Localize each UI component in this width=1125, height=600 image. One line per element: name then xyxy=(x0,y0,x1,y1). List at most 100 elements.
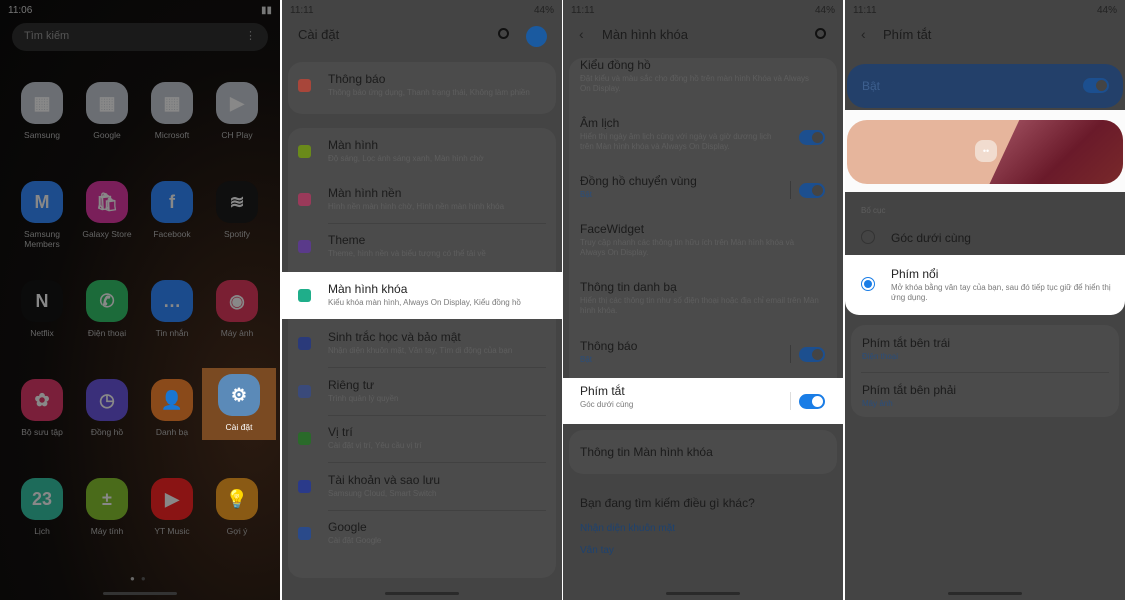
lock-item-facewidget[interactable]: FaceWidget Truy cập nhanh các thông tin h… xyxy=(563,216,843,270)
app-facebook[interactable]: f Facebook xyxy=(141,181,203,239)
tai-khoan-va-sao-luu-icon xyxy=(298,480,311,493)
app-ch-play[interactable]: ▶ CH Play xyxy=(206,82,268,140)
lock-item-phim-tat[interactable]: Phím tắt Góc dưới cùng xyxy=(563,378,843,424)
page-title: Phím tắt xyxy=(883,27,932,42)
item-subtitle: Samsung Cloud, Smart Switch xyxy=(328,489,437,498)
settings-item-theme[interactable]: Theme Theme, hình nền và biểu tượng có th… xyxy=(282,223,562,270)
settings-screen: 11:11 44% Cài đặt Thông báo Thông báo ứng … xyxy=(282,0,562,600)
lock-item-am-lich[interactable]: Âm lịch Hiển thị ngày âm lịch cùng với ng… xyxy=(563,110,843,164)
app-icon: 👤 xyxy=(151,379,193,421)
app-galaxy-store[interactable]: 🛍 Galaxy Store xyxy=(76,181,138,239)
app-label: Netflix xyxy=(30,328,54,338)
item-subtitle: Bật xyxy=(580,190,593,199)
account-icon[interactable] xyxy=(526,26,547,47)
sinh-trac-hoc-va-bao-mat-icon xyxy=(298,337,311,350)
separator xyxy=(790,392,791,410)
app-spotify[interactable]: ≋ Spotify xyxy=(206,181,268,239)
app-label: Samsung xyxy=(24,130,60,140)
search-icon[interactable] xyxy=(498,28,509,39)
app-icon: ▶ xyxy=(151,478,193,520)
lock-item-thong-bao[interactable]: Thông báo Bật xyxy=(563,333,843,375)
app-icon: 23 xyxy=(21,478,63,520)
item-subtitle: Thông báo ứng dụng, Thanh trạng thái, Kh… xyxy=(328,88,530,97)
battery-level: 44% xyxy=(814,5,835,16)
app-danh-ba[interactable]: 👤 Danh bạ xyxy=(141,379,203,437)
divider xyxy=(861,372,1109,373)
app-label: Microsoft xyxy=(154,130,190,140)
settings-item-sinh-trac-hoc-va-bao-mat[interactable]: Sinh trắc học và bảo mật Nhận diện khuôn … xyxy=(282,320,562,367)
app-lich[interactable]: 23 Lịch xyxy=(11,478,73,536)
right-shortcut[interactable]: Phím tắt bên phải Máy ảnh xyxy=(845,377,1125,421)
status-time: 11:11 xyxy=(853,5,877,16)
settings-item-man-hinh-khoa[interactable]: Màn hình khóa Kiểu khóa màn hình, Always … xyxy=(282,272,562,319)
app-may-anh[interactable]: ◉ Máy ảnh xyxy=(206,280,268,338)
nav-handle xyxy=(666,592,740,595)
toggle-switch[interactable] xyxy=(799,346,825,362)
item-title: Google xyxy=(328,520,367,534)
radio-unselected-icon[interactable] xyxy=(861,230,875,244)
app-search-bar[interactable]: Tìm kiếm ⋮ xyxy=(12,23,268,51)
toggle-switch[interactable] xyxy=(799,393,825,409)
app-label: Bộ sưu tập xyxy=(21,427,63,437)
app-samsung[interactable]: ▦ Samsung xyxy=(11,82,73,140)
about-lockscreen[interactable]: Thông tin Màn hình khóa xyxy=(580,445,713,459)
app-google[interactable]: ▦ Google xyxy=(76,82,138,140)
settings-item-google[interactable]: Google Cài đặt Google xyxy=(282,510,562,557)
more-vert-icon[interactable]: ⋮ xyxy=(245,29,256,42)
settings-item-thong-bao[interactable]: Thông báo Thông báo ứng dụng, Thanh trạng… xyxy=(282,62,562,114)
separator xyxy=(790,181,791,199)
lock-item-thong-tin-danh-ba[interactable]: Thông tin danh bạ Hiển thị các thông tin … xyxy=(563,274,843,330)
app-cai-dat[interactable]: ⚙ Cài đặt xyxy=(202,368,276,440)
status-time: 11:11 xyxy=(571,5,595,16)
back-icon[interactable]: ‹ xyxy=(579,26,584,42)
app-goi-y[interactable]: 💡 Gợi ý xyxy=(206,478,268,536)
preview-area: •• xyxy=(845,110,1125,192)
status-time: 11:11 xyxy=(290,5,314,16)
search-icon[interactable] xyxy=(815,28,826,39)
status-bar: 11:11 44% xyxy=(290,5,554,19)
lock-item-kieu-dong-ho[interactable]: Kiểu đồng hồ Đặt kiểu và màu sắc cho đồng… xyxy=(563,56,843,104)
right-shortcut-value: Máy ảnh xyxy=(862,399,893,408)
left-shortcut[interactable]: Phím tắt bên trái Điện thoại xyxy=(845,330,1125,374)
app-may-tinh[interactable]: ± Máy tính xyxy=(76,478,138,536)
app-icon: … xyxy=(151,280,193,322)
about-card[interactable]: Thông tin Màn hình khóa xyxy=(569,430,837,474)
radio-selected-icon[interactable] xyxy=(861,277,875,291)
app-samsung-members[interactable]: M Samsung Members xyxy=(11,181,73,249)
app-icon: ⚙ xyxy=(218,374,260,416)
thong-bao-icon xyxy=(298,79,311,92)
app-dien-thoai[interactable]: ✆ Điện thoại xyxy=(76,280,138,338)
toggle-switch[interactable] xyxy=(799,182,825,198)
app-label: Spotify xyxy=(224,229,250,239)
item-title: Thông tin danh bạ xyxy=(580,280,677,294)
suggestion-link[interactable]: Nhận diện khuôn mặt xyxy=(580,523,675,534)
nav-handle xyxy=(385,592,459,595)
app-icon: ✿ xyxy=(21,379,63,421)
back-icon[interactable]: ‹ xyxy=(861,26,866,42)
lock-item-dong-ho-chuyen-vung[interactable]: Đồng hồ chuyển vùng Bật xyxy=(563,168,843,212)
app-bo-suu-tap[interactable]: ✿ Bộ sưu tập xyxy=(11,379,73,437)
settings-item-man-hinh-nen[interactable]: Màn hình nền Hình nền màn hình chờ, Hình … xyxy=(282,176,562,223)
app-tin-nhan[interactable]: … Tin nhắn xyxy=(141,280,203,338)
app-icon: ✆ xyxy=(86,280,128,322)
master-switch-bar[interactable]: Bật xyxy=(847,64,1123,108)
toggle-switch[interactable] xyxy=(799,129,825,145)
app-netflix[interactable]: N Netflix xyxy=(11,280,73,338)
app-icon: M xyxy=(21,181,63,223)
suggestion-link[interactable]: Vân tay xyxy=(580,545,614,556)
settings-item-man-hinh[interactable]: Màn hình Độ sáng, Lọc ánh sáng xanh, Màn … xyxy=(282,128,562,175)
master-toggle[interactable] xyxy=(1083,78,1109,93)
app-icon: ▶ xyxy=(216,82,258,124)
app-icon: 🛍 xyxy=(86,181,128,223)
app-drawer-screen: 11:06 ▮▮ Tìm kiếm ⋮ ▦ Samsung ▦ Google ▦ Micro… xyxy=(0,0,280,600)
app-dong-ho[interactable]: ◷ Đồng hồ xyxy=(76,379,138,437)
radio-option[interactable]: Góc dưới cùng xyxy=(845,222,1125,254)
app-yt-music[interactable]: ▶ YT Music xyxy=(141,478,203,536)
radio-option-selected[interactable]: Phím nổi Mở khóa bằng vân tay của bạn, s… xyxy=(845,255,1125,315)
item-subtitle: Góc dưới cùng xyxy=(580,400,634,409)
settings-item-tai-khoan-va-sao-luu[interactable]: Tài khoản và sao lưu Samsung Cloud, Smart… xyxy=(282,463,562,510)
settings-item-rieng-tu[interactable]: Riêng tư Trình quản lý quyền xyxy=(282,368,562,415)
settings-item-vi-tri[interactable]: Vị trí Cài đặt vị trí, Yêu cầu vị trí xyxy=(282,415,562,462)
item-title: Màn hình xyxy=(328,138,379,152)
app-microsoft[interactable]: ▦ Microsoft xyxy=(141,82,203,140)
